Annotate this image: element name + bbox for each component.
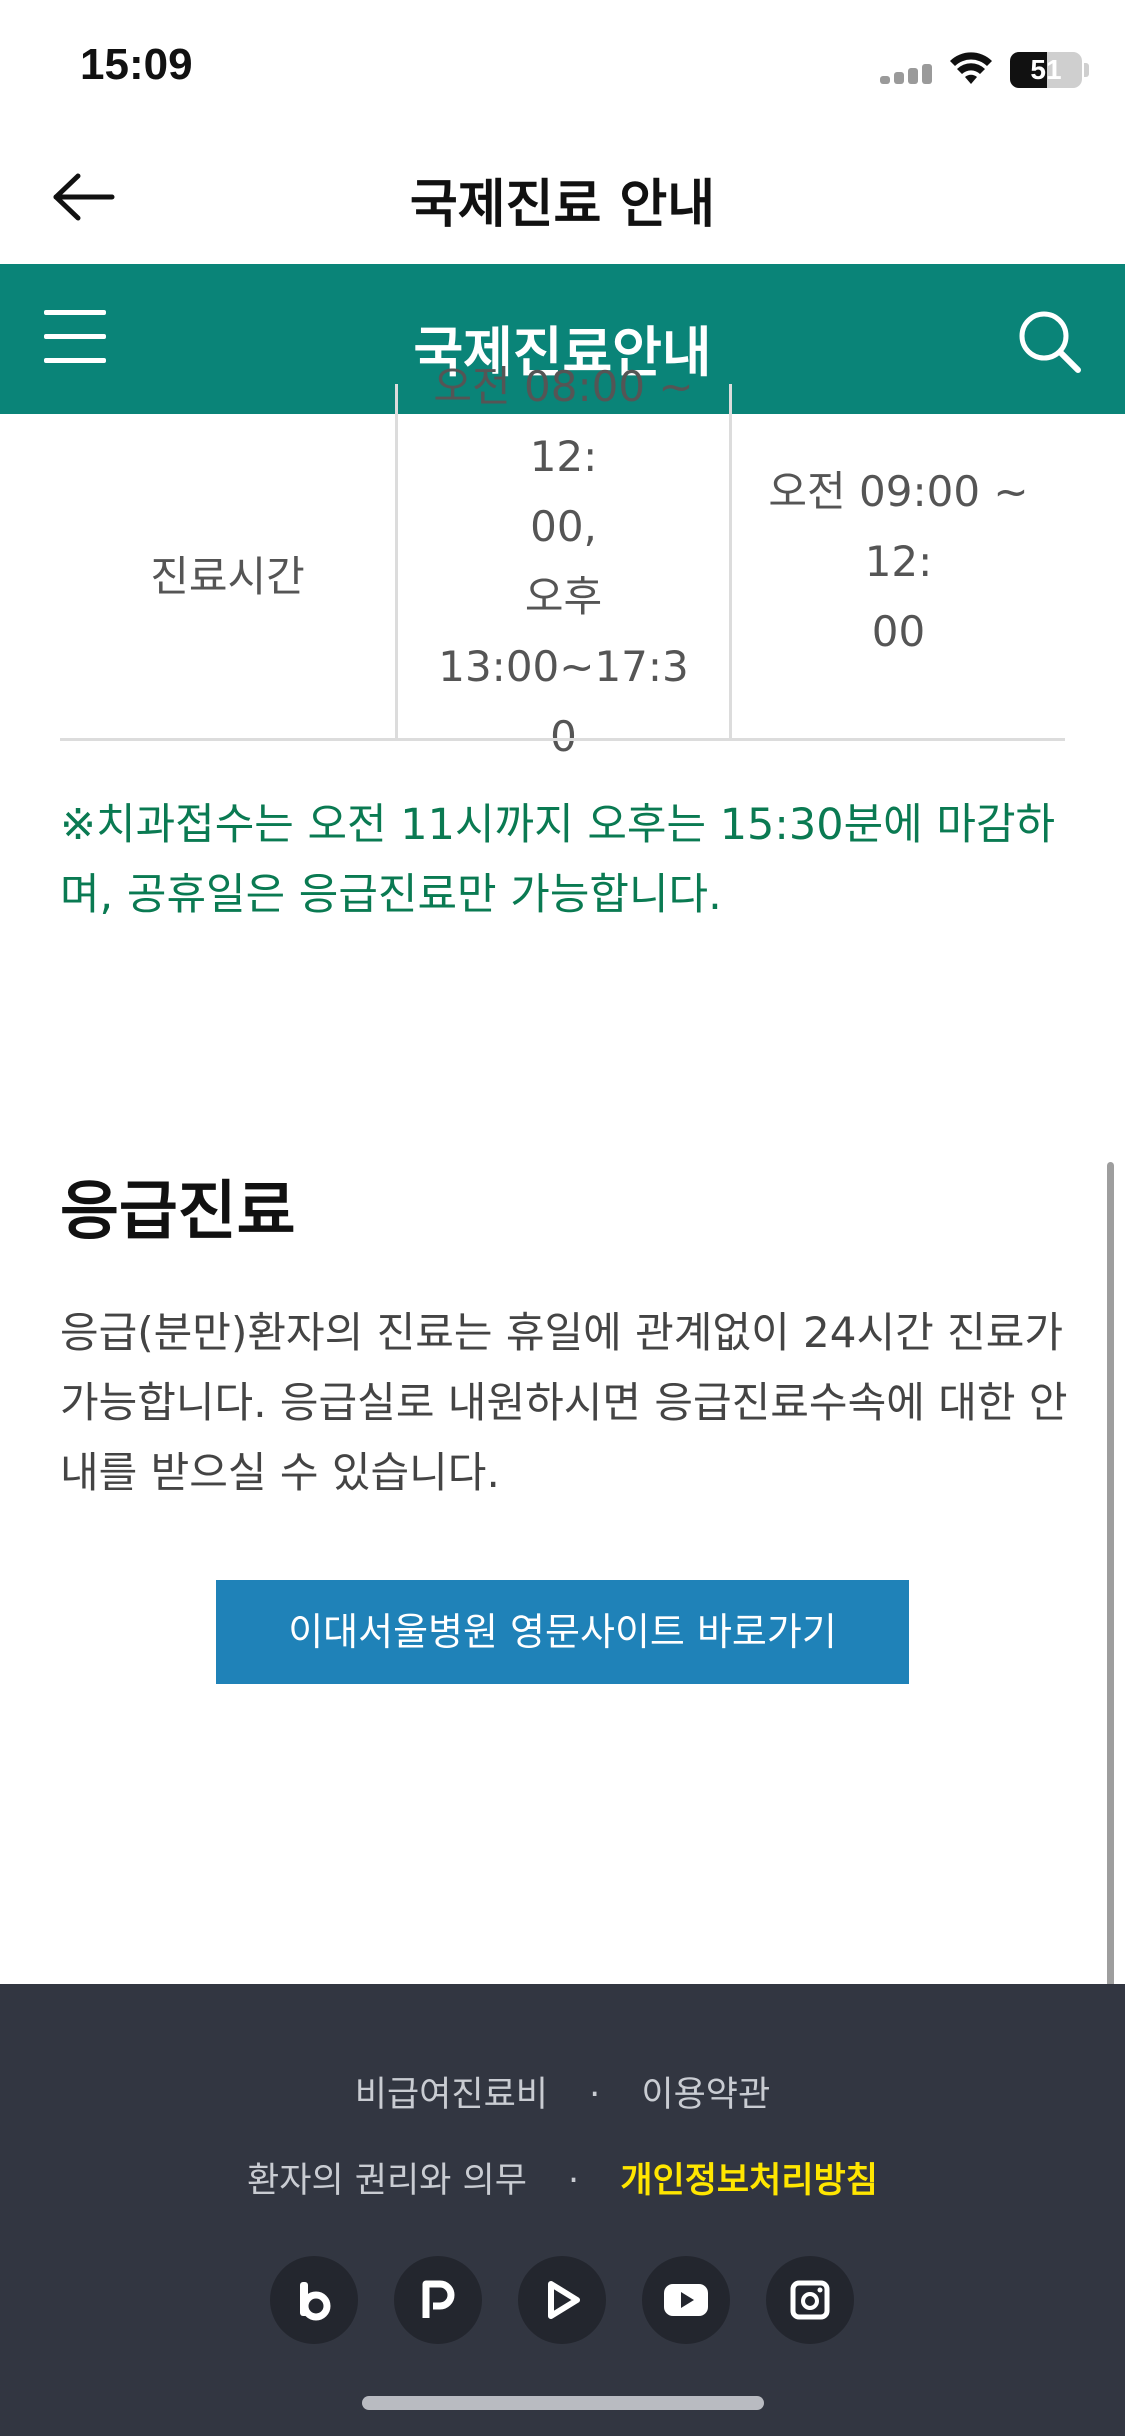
status-time: 15:09: [80, 40, 193, 89]
post-icon[interactable]: [394, 2256, 482, 2344]
hours-value-col2: 오전 08:00 ~ 12: 00, 오후 13:00~17:3 0: [433, 362, 694, 761]
battery-icon: 51: [1010, 52, 1082, 88]
section-heading: 응급진료: [60, 1175, 296, 1249]
footer-links-row: 비급여진료비 · 이용약관: [0, 2066, 1125, 2117]
english-site-button[interactable]: 이대서울병원 영문사이트 바로가기: [216, 1580, 909, 1684]
hours-label: 진료시간: [150, 552, 305, 601]
instagram-icon[interactable]: [766, 2256, 854, 2344]
home-indicator[interactable]: [362, 2396, 764, 2410]
separator-dot: ·: [589, 2075, 601, 2115]
search-icon[interactable]: [1016, 308, 1082, 374]
table-cell: 오전 08:00 ~ 12: 00, 오후 13:00~17:3 0: [395, 362, 729, 761]
dental-notice: ※치과접수는 오전 11시까지 오후는 15:30분에 마감하며, 공휴일은 응…: [60, 800, 1056, 920]
cellular-signal-icon: [880, 64, 936, 84]
wifi-icon: [950, 52, 992, 84]
footer-link-terms[interactable]: 이용약관: [641, 2075, 770, 2115]
separator-dot: ·: [568, 2161, 580, 2201]
hours-table: 진료시간 오전 08:00 ~ 12: 00, 오후 13:00~17:3 0 …: [60, 362, 1065, 761]
play-icon[interactable]: [518, 2256, 606, 2344]
battery-cap: [1084, 63, 1089, 77]
page-title: 국제진료 안내: [409, 175, 716, 235]
battery-level: 51: [1030, 54, 1062, 85]
blog-icon[interactable]: [270, 2256, 358, 2344]
footer-link-patient-rights[interactable]: 환자의 권리와 의무: [247, 2161, 527, 2201]
table-divider: [60, 738, 1065, 741]
footer-link-privacy-policy[interactable]: 개인정보처리방침: [620, 2161, 878, 2201]
youtube-icon[interactable]: [642, 2256, 730, 2344]
section-body: 응급(분만)환자의 진료는 휴일에 관계없이 24시간 진료가 가능합니다. 응…: [60, 1308, 1068, 1497]
hours-value-col3: 오전 09:00 ~ 12: 00: [768, 467, 1029, 656]
footer: 비급여진료비 · 이용약관 환자의 권리와 의무 · 개인정보처리방침: [0, 1984, 1125, 2436]
table-cell: 오전 09:00 ~ 12: 00: [729, 384, 1065, 740]
table-row-label: 진료시간: [60, 414, 395, 740]
footer-link-noncovered-fees[interactable]: 비급여진료비: [355, 2075, 548, 2115]
status-bar: 15:09 51: [0, 0, 1125, 132]
title-bar: 국제진료 안내: [0, 132, 1125, 264]
footer-links-row: 환자의 권리와 의무 · 개인정보처리방침: [0, 2152, 1125, 2203]
